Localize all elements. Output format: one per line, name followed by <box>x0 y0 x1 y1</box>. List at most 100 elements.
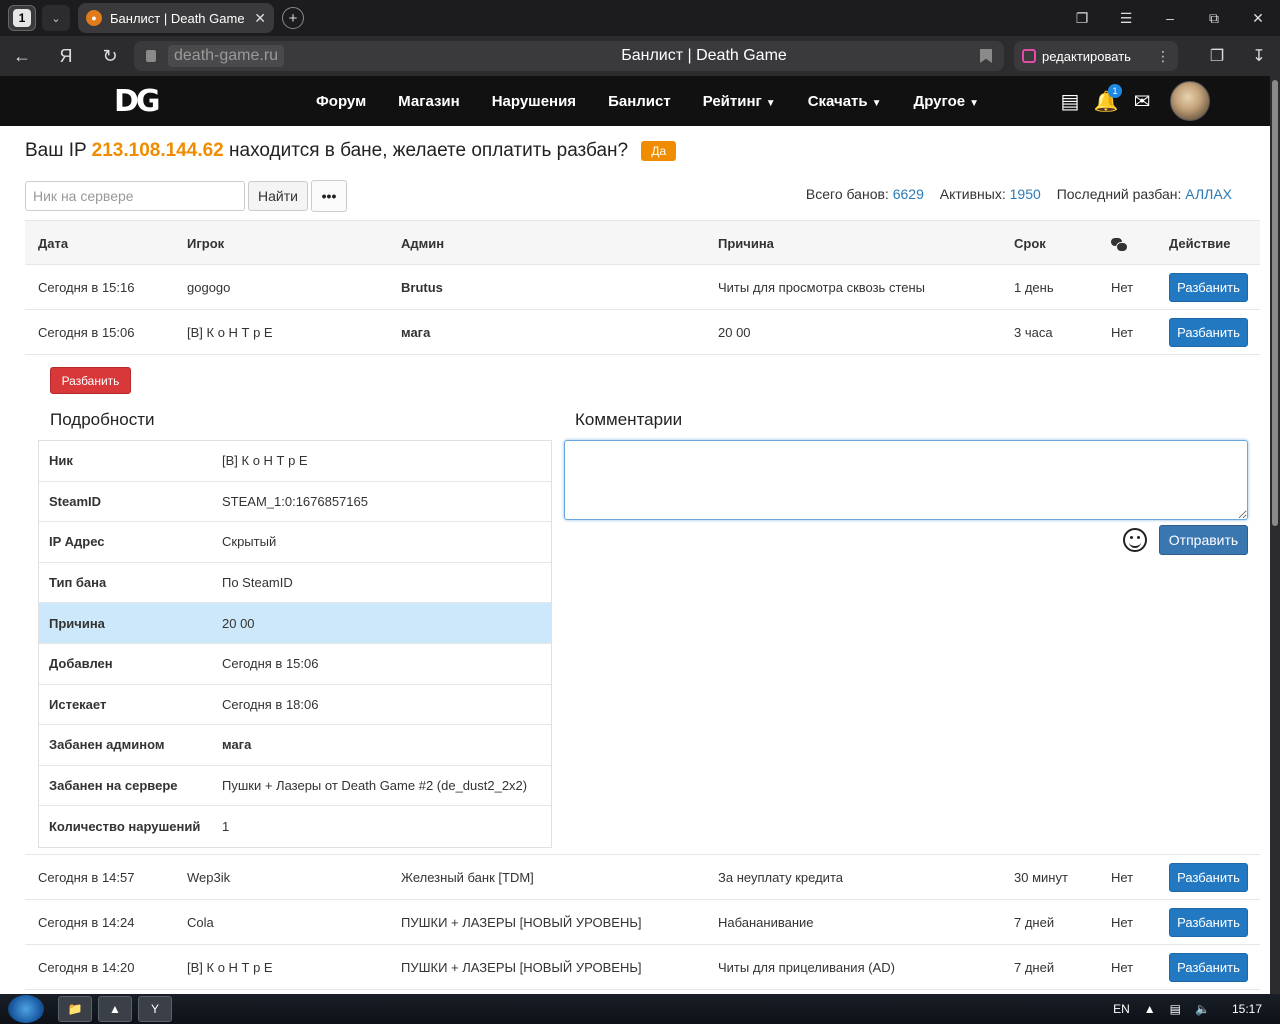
unban-button[interactable]: Разбанить <box>1169 318 1248 347</box>
more-options-button[interactable]: ••• <box>311 180 347 212</box>
unban-button[interactable]: Разбанить <box>1169 908 1248 937</box>
language-indicator[interactable]: EN <box>1113 1002 1130 1016</box>
url-text: death-game.ru <box>168 45 285 67</box>
tab-title: Банлист | Death Game <box>110 10 245 26</box>
find-button[interactable]: Найти <box>248 181 308 211</box>
ticket-icon[interactable]: ▤ <box>1052 86 1088 116</box>
avatar[interactable] <box>1170 81 1210 121</box>
row-admin: ПУШКИ + ЛАЗЕРЫ [НОВЫЙ УРОВЕНЬ] <box>401 915 642 930</box>
yandex-browser-taskbar-icon[interactable]: Y <box>138 996 172 1022</box>
edit-button[interactable]: редактировать ⋮ <box>1014 41 1178 71</box>
close-tab-icon[interactable]: ✕ <box>254 10 266 27</box>
search-input[interactable] <box>25 181 245 211</box>
details-value: STEAM_1:0:1676857165 <box>222 493 368 509</box>
reload-icon[interactable]: ↻ <box>88 46 132 67</box>
address-right-icons: ❐ ↧ <box>1196 36 1280 76</box>
explorer-taskbar-icon[interactable]: 📁 <box>58 996 92 1022</box>
details-key: Ник <box>49 453 73 469</box>
nav-rating[interactable]: Рейтинг ▼ <box>703 93 776 110</box>
col-date: Дата <box>38 236 69 251</box>
row-date: Сегодня в 15:06 <box>38 325 135 340</box>
browser-tab[interactable]: ● Банлист | Death Game ✕ <box>78 3 274 33</box>
menu-icon[interactable]: ☰ <box>1104 10 1148 27</box>
details-value: мага <box>222 737 252 753</box>
send-comment-button[interactable]: Отправить <box>1159 525 1248 555</box>
nav-shop[interactable]: Магазин <box>398 93 460 110</box>
col-term: Срок <box>1014 236 1046 251</box>
col-action: Действие <box>1169 236 1231 251</box>
row-action: Разбанить <box>1169 945 1248 990</box>
row-comments: Нет <box>1111 960 1134 975</box>
details-row: Тип бана По SteamID <box>39 563 551 604</box>
unban-button[interactable]: Разбанить <box>1169 953 1248 982</box>
row-term: 1 день <box>1014 280 1054 295</box>
table-row[interactable]: Сегодня в 15:16 gogogo Brutus Читы для п… <box>25 265 1260 310</box>
system-tray: EN ▲ ▤ 🔈 15:17 <box>1099 994 1262 1024</box>
tab-count: 1 <box>13 9 31 27</box>
details-value: 1 <box>222 819 230 835</box>
collections-icon[interactable]: ❐ <box>1196 46 1238 66</box>
nav-other[interactable]: Другое ▼ <box>914 93 979 110</box>
table-row[interactable]: Сегодня в 14:24 Cola ПУШКИ + ЛАЗЕРЫ [НОВ… <box>25 900 1260 945</box>
minimize-icon[interactable]: – <box>1148 10 1192 26</box>
unban-button[interactable]: Разбанить <box>1169 273 1248 302</box>
nav-violations[interactable]: Нарушения <box>492 93 576 110</box>
back-icon[interactable]: ← <box>0 46 44 67</box>
main-nav: Форум Магазин Нарушения Банлист Рейтинг ▼… <box>316 76 1011 126</box>
bell-icon[interactable]: 🔔 1 <box>1088 84 1124 116</box>
bookmarks-panel-icon[interactable]: ❐ <box>1060 10 1104 27</box>
nav-forum[interactable]: Форум <box>316 93 366 110</box>
clock[interactable]: 15:17 <box>1232 1002 1262 1016</box>
row-reason: Читы для просмотра сквозь стены <box>718 280 926 295</box>
col-admin: Админ <box>401 236 445 251</box>
close-window-icon[interactable]: ✕ <box>1236 10 1280 27</box>
game-taskbar-icon[interactable]: ▲ <box>98 996 132 1022</box>
start-button[interactable] <box>8 995 44 1023</box>
volume-icon[interactable]: 🔈 <box>1195 1002 1210 1016</box>
nav-banlist[interactable]: Банлист <box>608 93 671 110</box>
stats-active-value[interactable]: 1950 <box>1010 186 1041 202</box>
more-vertical-icon[interactable]: ⋮ <box>1156 48 1170 65</box>
row-player: gogogo <box>187 280 231 295</box>
table-row[interactable]: Сегодня в 15:06 [B] К о Н Т р Е мага 20 … <box>25 310 1260 355</box>
nav-download[interactable]: Скачать ▼ <box>808 93 882 110</box>
ban-stats: Всего банов: 6629 Активных: 1950 Последн… <box>806 186 1232 202</box>
tab-count-button[interactable]: 1 <box>8 5 36 31</box>
table-row[interactable]: Сегодня в 14:57 Wep3ik Железный банк [TD… <box>25 855 1260 900</box>
details-unban-button[interactable]: Разбанить <box>50 367 131 394</box>
tabs-menu-chevron-icon[interactable]: ⌄ <box>42 5 70 31</box>
row-admin: мага <box>401 325 431 340</box>
download-icon[interactable]: ↧ <box>1238 46 1280 66</box>
row-date: Сегодня в 15:16 <box>38 280 135 295</box>
stats-total-label: Всего банов: <box>805 186 889 202</box>
stats-last-value[interactable]: АЛЛАХ <box>1185 186 1232 202</box>
network-icon[interactable]: ▤ <box>1170 1002 1181 1016</box>
scrollbar-thumb[interactable] <box>1272 80 1278 526</box>
restore-icon[interactable]: ⧉ <box>1192 10 1236 27</box>
tray-arrow-icon[interactable]: ▲ <box>1144 1002 1156 1016</box>
col-player: Игрок <box>187 236 225 251</box>
details-key: SteamID <box>49 493 102 509</box>
row-action: Разбанить <box>1169 900 1248 945</box>
pen-icon <box>1022 49 1036 63</box>
new-tab-icon[interactable]: + <box>282 7 304 29</box>
row-term: 3 часа <box>1014 325 1053 340</box>
envelope-icon[interactable]: ✉ <box>1124 86 1160 116</box>
details-table: Ник [B] К о Н Т р Е SteamID STEAM_1:0:1676… <box>38 440 552 848</box>
stats-total-value[interactable]: 6629 <box>893 186 924 202</box>
site-logo[interactable]: DG <box>114 84 174 119</box>
address-field[interactable]: death-game.ru Банлист | Death Game <box>134 41 1004 71</box>
pay-unban-yes-button[interactable]: Да <box>641 140 677 161</box>
details-row: Количество нарушений 1 <box>39 806 551 847</box>
table-row[interactable]: Сегодня в 14:20 [B] К о Н Т р Е ПУШКИ + … <box>25 945 1260 990</box>
comment-textarea[interactable] <box>564 440 1248 520</box>
favicon-icon: ● <box>86 10 102 26</box>
chevron-down-icon: ▼ <box>765 97 776 109</box>
yandex-icon[interactable]: Я <box>44 46 88 67</box>
row-reason: Набананивание <box>718 915 814 930</box>
header-icons: ▤ 🔔 1 ✉ <box>1052 76 1160 126</box>
unban-button[interactable]: Разбанить <box>1169 863 1248 892</box>
smile-icon[interactable] <box>1123 528 1147 552</box>
details-row: Забанен админом мага <box>39 725 551 766</box>
bookmark-icon[interactable] <box>980 49 992 63</box>
